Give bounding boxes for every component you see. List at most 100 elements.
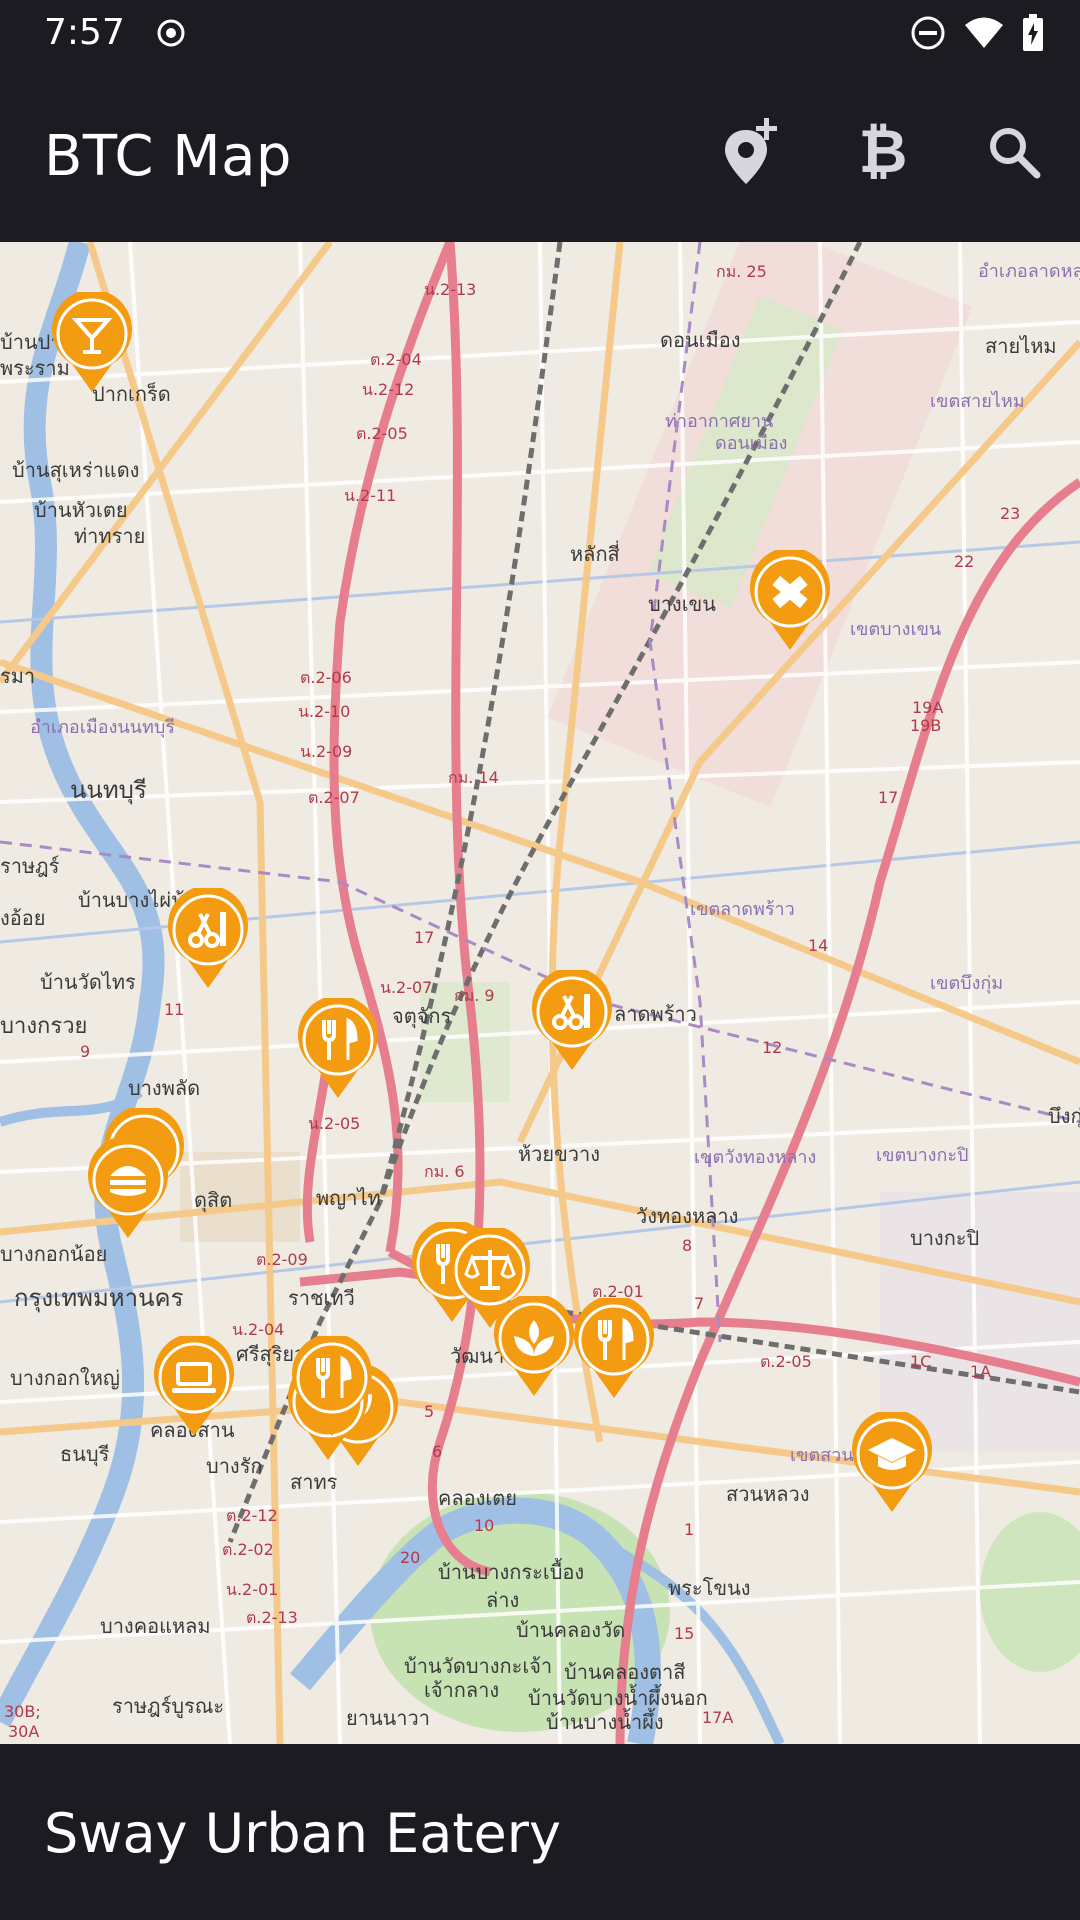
road-label: 19A (912, 698, 944, 717)
map-label: กรุงเทพมหานคร (14, 1284, 184, 1312)
map-label: บ้านบางน้ำผึ้ง (546, 1710, 664, 1734)
map-label: จตุจักร (392, 1004, 452, 1028)
search-icon (990, 128, 1041, 179)
map-label: ราษฎร์บูรณะ (112, 1694, 225, 1718)
place-marker[interactable] (748, 550, 832, 652)
road-label: ต.2-12 (226, 1506, 278, 1525)
add-location-icon (725, 118, 777, 184)
barber-icon (168, 888, 248, 988)
road-label: 11 (164, 1000, 185, 1019)
map-label: เขตบึงกุ่ม (930, 973, 1004, 994)
map-label: ล่าง (486, 1588, 520, 1612)
map-label: นนทบุรี (70, 776, 147, 804)
burger-icon (88, 1138, 168, 1238)
map-label: บางคอแหลม (100, 1614, 211, 1638)
map-label: วังทองหลาง (636, 1204, 739, 1228)
map-label: สาทร (290, 1470, 338, 1494)
map-label: งอ้อย (0, 906, 46, 930)
road-label: 7 (694, 1294, 705, 1313)
road-label: น.2-10 (298, 702, 351, 721)
map-label: บึงกุ่ม (1048, 1104, 1080, 1128)
road-label: 20 (400, 1548, 421, 1567)
map-label: เขตสายไหม (930, 391, 1025, 412)
map-label: บางกอกใหญ่ (10, 1366, 120, 1390)
map-label: ดุสิต (194, 1188, 233, 1212)
donate-button[interactable]: ₿ (843, 112, 923, 192)
map-label: บางกะปิ (910, 1226, 980, 1250)
road-label: น.2-01 (226, 1580, 279, 1599)
restaurant-icon (292, 1336, 372, 1436)
road-label: 17 (878, 788, 899, 807)
place-marker[interactable] (296, 998, 380, 1100)
education-icon (852, 1412, 932, 1512)
map-label: บางเขน (648, 592, 716, 616)
place-marker[interactable] (290, 1336, 374, 1438)
place-marker[interactable] (530, 970, 614, 1072)
place-marker[interactable] (152, 1336, 236, 1438)
road-label: ต.2-05 (760, 1352, 812, 1371)
road-label: 22 (954, 552, 975, 571)
road-label: ต.2-07 (308, 788, 360, 807)
map-label: ห้วยขวาง (518, 1142, 601, 1166)
map-label: อำเภอเมืองนนทบุรี (30, 717, 175, 738)
road-label: 30A (8, 1722, 40, 1741)
drafting-icon (750, 550, 830, 650)
road-label: ต.2-13 (246, 1608, 298, 1627)
road-label: 19B (910, 716, 942, 735)
road-label: 23 (1000, 504, 1021, 523)
map-label: เขตวังทองหลาง (694, 1147, 817, 1168)
map-label: ลาดพร้าว (614, 1002, 697, 1026)
map-label: เจ้ากลาง (424, 1678, 500, 1702)
map-label: บางรัก (206, 1454, 263, 1478)
road-label: ต.2-05 (356, 424, 408, 443)
place-marker[interactable] (166, 888, 250, 990)
map-label: ราชเทวี (288, 1286, 355, 1310)
road-label: 12 (762, 1038, 783, 1057)
road-label: น.2-04 (232, 1320, 285, 1339)
map-label: เขตลาดพร้าว (690, 899, 795, 920)
road-label: ต.2-09 (256, 1250, 308, 1269)
road-label: 5 (424, 1402, 435, 1421)
place-marker[interactable] (572, 1298, 656, 1400)
place-marker[interactable] (850, 1412, 934, 1514)
place-marker[interactable] (492, 1296, 576, 1398)
road-label: 8 (682, 1236, 693, 1255)
restaurant-icon (298, 998, 378, 1098)
cocktail-icon (52, 292, 132, 392)
map-view[interactable]: ปากเกร็ด ดอนเมือง สายไหม เขตสายไหม ท่าอา… (0, 242, 1080, 1744)
map-label: บางกอกน้อย (0, 1242, 108, 1266)
add-place-button[interactable] (712, 112, 792, 192)
map-label: อำเภอลาดหลุมแก้ว (978, 261, 1080, 282)
status-bar: 7:57 (0, 0, 1080, 66)
road-label: 9 (80, 1042, 91, 1061)
search-button[interactable] (974, 112, 1054, 192)
spa-icon (494, 1296, 574, 1396)
place-marker[interactable] (50, 292, 134, 394)
map-label: บ้านสุเหร่าแดง (12, 458, 140, 482)
road-label: ต.2-02 (222, 1540, 274, 1559)
map-label: สวนหลวง (726, 1482, 810, 1506)
road-label: 17A (702, 1708, 734, 1727)
barber-icon (532, 970, 612, 1070)
map-label: ดอนเมือง (660, 328, 741, 352)
road-label: น.2-13 (424, 280, 477, 299)
road-label: กม. 14 (448, 768, 499, 787)
map-label: ธนบุรี (60, 1442, 110, 1466)
map-label: รมา (0, 664, 36, 688)
road-label: 1C (910, 1352, 932, 1371)
place-marker[interactable] (86, 1138, 170, 1240)
road-label: 15 (674, 1624, 695, 1643)
bitcoin-icon: ₿ (858, 117, 908, 187)
road-label: น.2-11 (344, 486, 397, 505)
road-label: ต.2-04 (370, 350, 422, 369)
wifi-icon (965, 17, 1003, 48)
map-label: บ้านวัดไทร (40, 970, 136, 994)
place-bottom-sheet[interactable]: Sway Urban Eatery (0, 1744, 1080, 1920)
record-icon (157, 19, 185, 47)
map-label: บ้านคลองวัด (516, 1618, 626, 1642)
battery-charging-icon (1023, 14, 1043, 51)
app-title: BTC Map (44, 124, 292, 189)
map-label: เขตบางเขน (850, 619, 942, 640)
road-label: กม. 25 (716, 262, 767, 281)
map-label: ยานนาวา (346, 1706, 430, 1730)
